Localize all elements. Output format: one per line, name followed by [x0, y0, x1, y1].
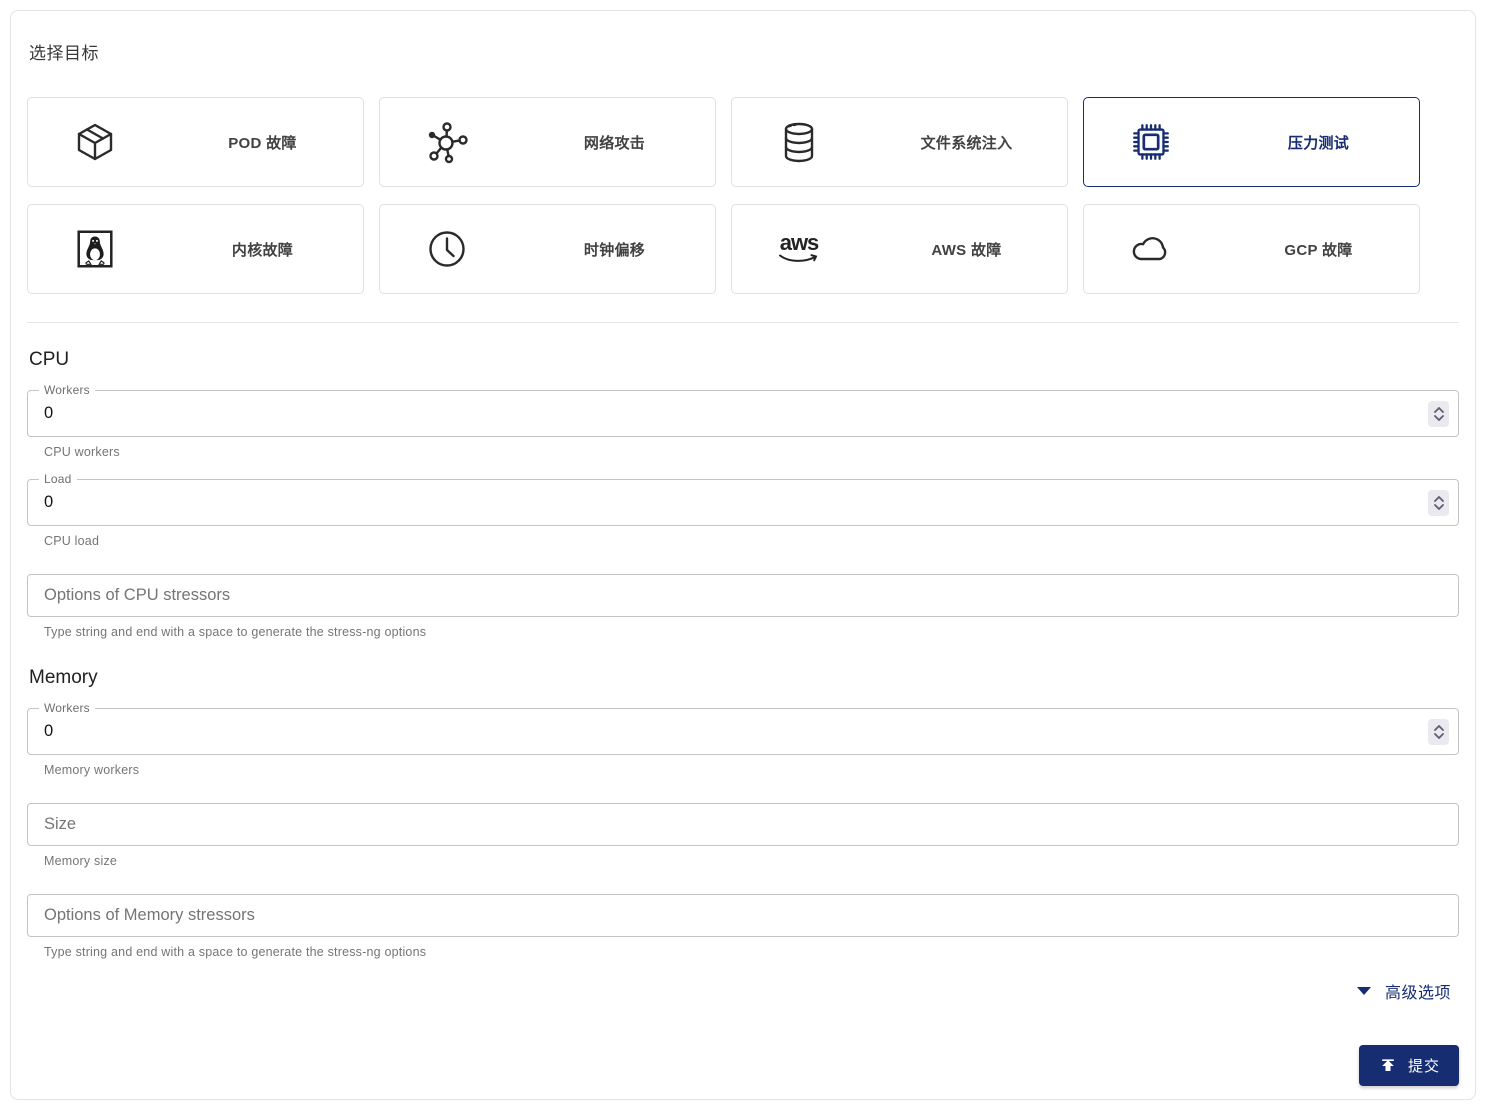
target-card-grid: POD 故障 网络攻击 文件系统注入 压力测试 内核故障 时钟偏移 aws AW… [27, 97, 1420, 294]
filesystem-database-icon [732, 118, 866, 166]
new-experiment-panel: 选择目标 POD 故障 网络攻击 文件系统注入 压力测试 内核故障 时钟偏移 a… [10, 10, 1476, 1100]
cpu-load-label: Load [39, 472, 77, 486]
target-card-pod-fault[interactable]: POD 故障 [27, 97, 364, 187]
cloud-icon [1084, 225, 1218, 273]
submit-row: 提交 [27, 1045, 1459, 1086]
target-card-label: GCP 故障 [1284, 241, 1353, 259]
cpu-options-helper: Type string and end with a space to gene… [44, 625, 427, 639]
target-card-label: 压力测试 [1287, 134, 1350, 152]
cpu-section-heading: CPU [29, 349, 70, 370]
memory-size-input[interactable] [28, 815, 1402, 834]
cpu-chip-icon [1084, 119, 1218, 165]
target-card-stress-test[interactable]: 压力测试 [1083, 97, 1420, 187]
target-card-gcp-fault[interactable]: GCP 故障 [1083, 204, 1420, 294]
memory-workers-helper: Memory workers [44, 763, 140, 777]
memory-workers-label: Workers [39, 701, 95, 715]
aws-logo-icon: aws [732, 230, 866, 265]
target-card-label: 内核故障 [231, 241, 294, 259]
memory-workers-field-group: Workers Memory workers [27, 701, 1459, 777]
cpu-options-field [27, 574, 1459, 617]
submit-button[interactable]: 提交 [1359, 1045, 1459, 1086]
target-card-label: 时钟偏移 [583, 241, 646, 259]
memory-size-helper: Memory size [44, 854, 118, 868]
clock-icon [380, 225, 514, 273]
memory-options-field [27, 894, 1459, 937]
memory-workers-input[interactable] [28, 722, 1402, 741]
target-card-label: AWS 故障 [931, 241, 1002, 259]
number-spinner[interactable] [1428, 400, 1449, 427]
advanced-options-row: 高级选项 [27, 979, 1459, 1003]
cpu-workers-field-group: Workers CPU workers [27, 383, 1459, 459]
page-title: 选择目标 [29, 44, 99, 63]
target-card-label: 网络攻击 [583, 134, 646, 152]
cpu-workers-input[interactable] [28, 404, 1402, 423]
target-card-network-attack[interactable]: 网络攻击 [379, 97, 716, 187]
cpu-load-input[interactable] [28, 493, 1402, 512]
target-card-clock-skew[interactable]: 时钟偏移 [379, 204, 716, 294]
memory-options-field-group: Type string and end with a space to gene… [27, 894, 1459, 959]
cpu-load-field: Load [27, 472, 1459, 526]
memory-size-field [27, 803, 1459, 846]
cpu-workers-field: Workers [27, 383, 1459, 437]
cpu-load-field-group: Load CPU load [27, 472, 1459, 548]
number-spinner[interactable] [1428, 718, 1449, 745]
cpu-workers-helper: CPU workers [44, 445, 120, 459]
cpu-load-helper: CPU load [44, 534, 100, 548]
memory-section-heading: Memory [29, 667, 98, 688]
target-card-filesystem-injection[interactable]: 文件系统注入 [731, 97, 1068, 187]
cpu-options-field-group: Type string and end with a space to gene… [27, 574, 1459, 639]
cpu-options-input[interactable] [28, 586, 1402, 605]
advanced-options-button[interactable]: 高级选项 [1385, 979, 1451, 1003]
memory-size-field-group: Memory size [27, 803, 1459, 868]
network-attack-icon [380, 118, 514, 166]
number-spinner[interactable] [1428, 489, 1449, 516]
memory-options-input[interactable] [28, 906, 1402, 925]
pod-cube-icon [28, 118, 162, 166]
target-card-label: 文件系统注入 [920, 134, 1013, 152]
target-card-aws-fault[interactable]: aws AWS 故障 [731, 204, 1068, 294]
aws-logo-text: aws [779, 230, 820, 255]
memory-workers-field: Workers [27, 701, 1459, 755]
target-card-kernel-fault[interactable]: 内核故障 [27, 204, 364, 294]
submit-button-label: 提交 [1407, 1058, 1440, 1075]
chevron-down-icon [1356, 987, 1371, 995]
cpu-workers-label: Workers [39, 383, 95, 397]
linux-tux-icon [28, 226, 162, 272]
target-card-label: POD 故障 [228, 134, 297, 152]
section-divider [27, 322, 1459, 323]
memory-options-helper: Type string and end with a space to gene… [44, 945, 427, 959]
publish-upload-icon [1382, 1058, 1394, 1071]
